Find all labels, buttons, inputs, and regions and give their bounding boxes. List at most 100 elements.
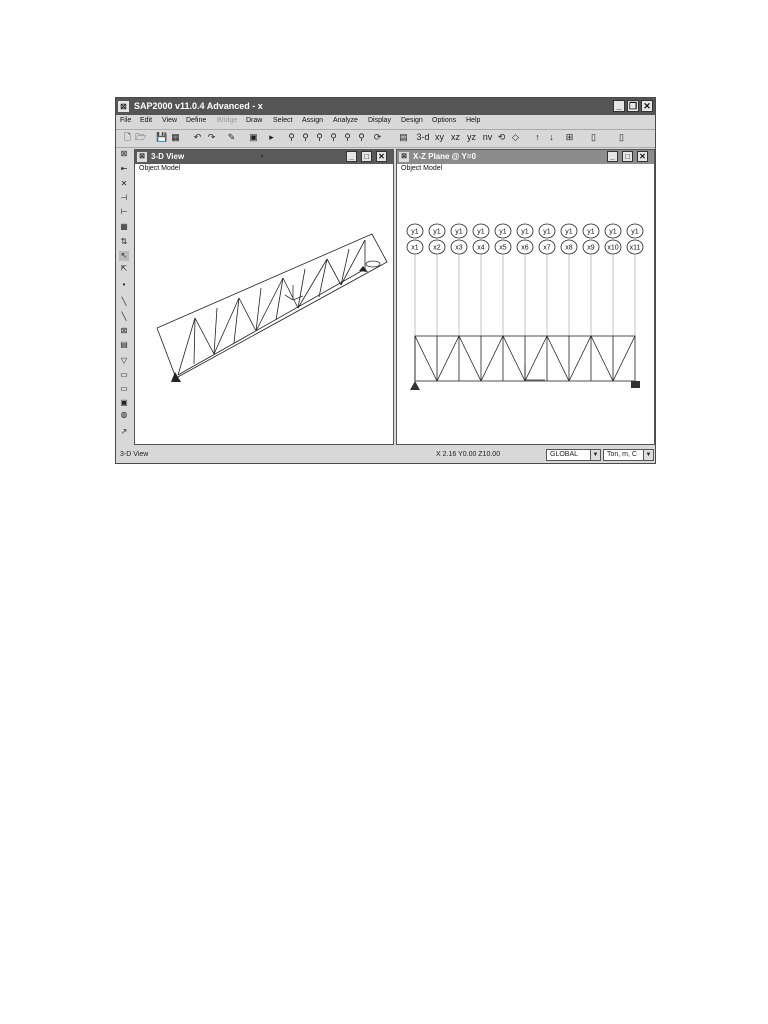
menu-help[interactable]: Help (466, 117, 480, 124)
menu-bridge: Bridge (217, 117, 238, 124)
draw-frame-icon[interactable]: ⊣ (119, 193, 129, 203)
down-arrow-icon[interactable]: ↓ (546, 132, 557, 143)
view-nv-button[interactable]: nv (482, 132, 493, 143)
snap-options-icon[interactable]: ↗ (119, 427, 129, 437)
chevron-down-icon: ▼ (590, 450, 600, 460)
app-icon[interactable]: ⊠ (118, 101, 129, 112)
up-arrow-icon[interactable]: ↑ (532, 132, 543, 143)
grid-bubble-x-label: x2 (433, 245, 441, 252)
grid-bubble-y-label: y1 (455, 229, 463, 236)
window-title: SAP2000 v11.0.4 Advanced - x (134, 101, 263, 111)
grid-bubble-y-label: y1 (521, 229, 529, 236)
menu-file[interactable]: File (120, 117, 131, 124)
view-yz-button[interactable]: yz (466, 132, 477, 143)
menu-view[interactable]: View (162, 117, 177, 124)
units-dropdown[interactable]: Ton, m, C ▼ (603, 449, 654, 461)
truss-3d-drawing (156, 154, 388, 382)
grid-bubble-y-label: y1 (543, 229, 551, 236)
grid-bubble-x-label: x4 (477, 245, 485, 252)
pointer-icon[interactable]: ⊠ (119, 149, 129, 159)
menu-assign[interactable]: Assign (302, 117, 323, 124)
zoom-out-icon[interactable]: ⚲ (342, 132, 353, 143)
select-all-icon[interactable]: ⇱ (119, 264, 129, 274)
grid-bubble-x-label: x11 (630, 245, 641, 252)
lock-icon[interactable]: ▣ (248, 132, 259, 143)
reshape-icon[interactable]: ⇤ (119, 164, 129, 174)
grid-bubble-y-label: y1 (499, 229, 507, 236)
draw-line-icon[interactable]: ╲ (119, 297, 129, 307)
draw-cable-icon[interactable]: ╲ (119, 312, 129, 322)
restore-button[interactable]: ❐ (627, 100, 639, 112)
menu-draw[interactable]: Draw (246, 117, 262, 124)
redo-icon[interactable]: ↷ (206, 132, 217, 143)
run-analysis-icon[interactable]: ▸ (266, 132, 277, 143)
draw-poly-area-icon[interactable]: ▽ (119, 356, 129, 366)
quick-draw-frame-icon[interactable]: ⊢ (119, 207, 129, 217)
draw-link-icon[interactable]: ⇅ (119, 237, 129, 247)
menu-edit[interactable]: Edit (140, 117, 152, 124)
object-shrink-icon[interactable]: ▯ (588, 132, 599, 143)
main-toolbar: 🗋 🗁 💾 ▦ ↶ ↷ ✎ ▣ ▸ ⚲ ⚲ ⚲ ⚲ ⚲ ⚲ ⟳ ▤ 3-d xy… (116, 129, 655, 148)
grid-bubble-y-label: y1 (411, 229, 419, 236)
draw-point-icon[interactable]: • (119, 280, 129, 290)
display-options-icon[interactable]: ▤ (398, 132, 409, 143)
grid-bubble-x-label: x10 (607, 245, 618, 252)
coord-system-value: GLOBAL (550, 451, 579, 458)
model-icon[interactable]: ▦ (170, 132, 181, 143)
draw-area-icon[interactable]: ▦ (119, 222, 129, 232)
menu-analyze[interactable]: Analyze (333, 117, 358, 124)
quick-draw-area-icon[interactable]: ▭ (119, 384, 129, 394)
sap2000-window: ⊠ SAP2000 v11.0.4 Advanced - x _ ❐ ✕ Fil… (115, 97, 656, 464)
status-view-name: 3-D View (120, 451, 149, 458)
perspective-icon[interactable]: ◇ (510, 132, 521, 143)
coord-system-dropdown[interactable]: GLOBAL ▼ (546, 449, 601, 461)
grid-bubble-y-label: y1 (587, 229, 595, 236)
grid-bubble-x-label: x7 (543, 245, 551, 252)
select-pointer-icon[interactable]: ↖ (119, 251, 129, 261)
menu-select[interactable]: Select (273, 117, 292, 124)
menu-bar: File Edit View Define Bridge Draw Select… (116, 115, 655, 128)
minimize-button[interactable]: _ (613, 100, 625, 112)
view-xy-button[interactable]: xy (434, 132, 445, 143)
title-bar: ⊠ SAP2000 v11.0.4 Advanced - x _ ❐ ✕ (116, 98, 655, 115)
draw-special-joint-icon[interactable]: ✕ (119, 179, 129, 189)
zoom-full-icon[interactable]: ⚲ (314, 132, 325, 143)
new-file-icon[interactable]: 🗋 (122, 132, 133, 143)
zoom-in-icon[interactable]: ⚲ (328, 132, 339, 143)
menu-options[interactable]: Options (432, 117, 456, 124)
status-coordinates: X 2.16 Y0.00 Z10.00 (436, 451, 501, 458)
rotate-view-icon[interactable]: ⟲ (496, 132, 507, 143)
open-folder-icon[interactable]: 🗁 (135, 132, 146, 143)
zoom-window-icon[interactable]: ⚲ (286, 132, 297, 143)
units-value: Ton, m, C (607, 451, 637, 458)
grid-bubble-y-label: y1 (477, 229, 485, 236)
left-view-pane[interactable]: ⊠ 3-D View _ □ ✕ Object Model (134, 149, 394, 445)
draw-tendon-icon[interactable]: ◍ (119, 410, 129, 420)
draw-rect-area-icon[interactable]: ▭ (119, 370, 129, 380)
right-view-pane[interactable]: ⊠ X-Z Plane @ Y=0 _ □ ✕ Object Model y1 x… (396, 149, 655, 445)
menu-design[interactable]: Design (401, 117, 423, 124)
menu-define[interactable]: Define (186, 117, 206, 124)
view-xz-button[interactable]: xz (450, 132, 461, 143)
draw-solid-icon[interactable]: ▣ (119, 398, 129, 408)
draw-brace-icon[interactable]: ⊠ (119, 326, 129, 336)
draw-section-icon[interactable]: ▤ (119, 340, 129, 350)
refresh-view-icon[interactable]: ⟳ (372, 132, 383, 143)
view-3d-button[interactable]: 3-d (416, 132, 430, 143)
pan-icon[interactable]: ⚲ (356, 132, 367, 143)
grid-bubble-x-label: x5 (499, 245, 507, 252)
zoom-restore-icon[interactable]: ⚲ (300, 132, 311, 143)
grid-bubble-x-label: x6 (521, 245, 529, 252)
set-display-icon[interactable]: ▯ (616, 132, 627, 143)
grid-bubble-x-label: x8 (565, 245, 573, 252)
chevron-down-icon: ▼ (643, 450, 653, 460)
grid-lines-icon[interactable]: ⊞ (564, 132, 575, 143)
menu-display[interactable]: Display (368, 117, 391, 124)
pencil-icon[interactable]: ✎ (226, 132, 237, 143)
save-icon[interactable]: 💾 (156, 132, 167, 143)
close-button[interactable]: ✕ (641, 100, 653, 112)
grid-bubble-y-label: y1 (433, 229, 441, 236)
grid-bubble-y-label: y1 (609, 229, 617, 236)
grid-bubble-x-label: x1 (411, 245, 419, 252)
undo-icon[interactable]: ↶ (192, 132, 203, 143)
